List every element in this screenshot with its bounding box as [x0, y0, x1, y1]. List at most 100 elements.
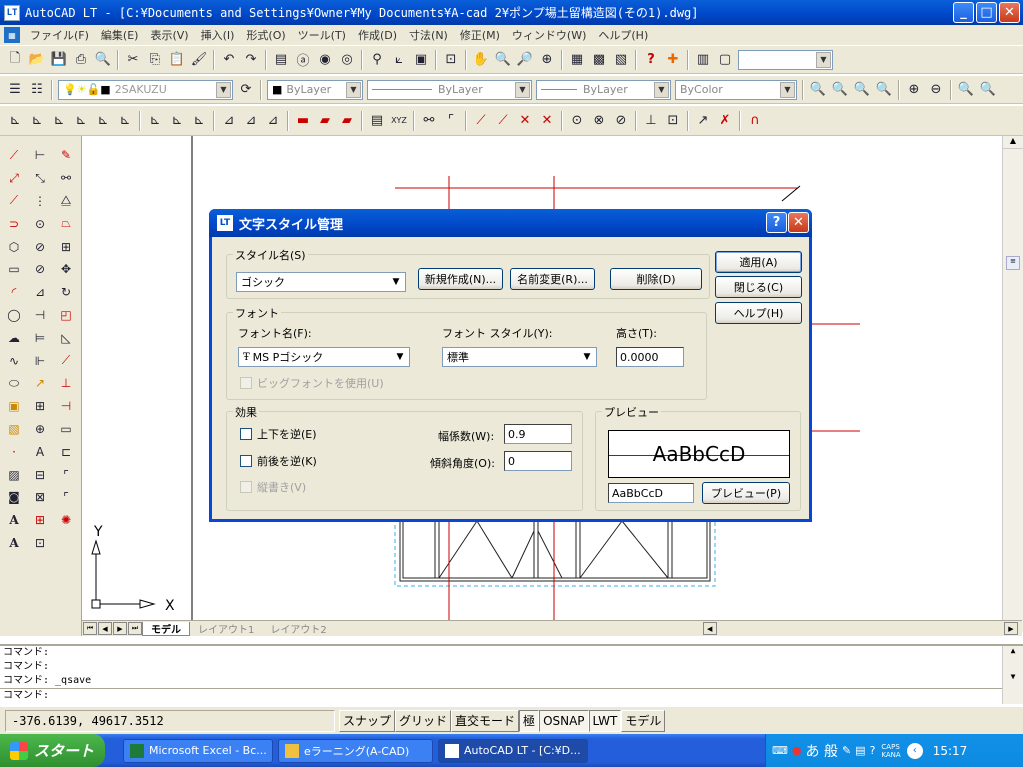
bigfont-checkbox[interactable]: ビッグフォントを使用(U) — [240, 375, 384, 391]
zoom-window-icon[interactable]: 🔎 — [514, 49, 536, 71]
construction-line-icon[interactable]: ⤢ — [3, 167, 25, 190]
dim-quick-side-icon[interactable]: ⊣ — [29, 304, 51, 327]
dim-ordinate-icon[interactable]: ⊾ — [48, 110, 70, 132]
tray-help-icon[interactable]: ? — [870, 744, 876, 757]
hatch-icon[interactable]: ▨ — [3, 463, 25, 486]
cut-icon[interactable]: ✂ — [122, 49, 144, 71]
coordinates-readout[interactable]: -376.6139, 49617.3512 — [5, 709, 335, 732]
osnap-endpoint-icon[interactable]: ⚯ — [418, 110, 440, 132]
maximize-button[interactable]: □ — [976, 2, 997, 23]
lineweight-combo[interactable]: ByLayer ▼ — [536, 79, 671, 100]
model-toggle[interactable]: モデル — [621, 709, 666, 732]
command-scrollbar[interactable]: ▲ ▼ — [1002, 646, 1023, 704]
width-factor-input[interactable]: 0.9 — [504, 424, 572, 444]
ellipse-icon[interactable]: ⬭ — [3, 372, 25, 395]
mtext-icon[interactable]: A — [3, 532, 25, 555]
dim-update-side-icon[interactable]: ⊠ — [29, 486, 51, 509]
preview-button[interactable]: プレビュー(P) — [702, 482, 790, 504]
osnap-extension-icon[interactable]: ✕ — [514, 110, 536, 132]
scroll-up-icon[interactable]: ▲ — [1003, 136, 1023, 149]
dictionary-icon[interactable]: ▤ — [855, 744, 865, 757]
arc-tool-icon[interactable]: ⊃ — [3, 212, 25, 235]
osnap-insert-icon[interactable]: ⊡ — [662, 110, 684, 132]
join-icon[interactable]: ⊏ — [55, 440, 77, 463]
menu-tools[interactable]: ツール(T) — [292, 27, 352, 43]
layer-combo[interactable]: 💡 ☀ 🔓 ■ 2SAKUZU ▼ — [58, 79, 233, 100]
redo-icon[interactable]: ↷ — [240, 49, 262, 71]
menu-dimension[interactable]: 寸法(N) — [403, 27, 454, 43]
dim-override-icon[interactable]: ▰ — [336, 110, 358, 132]
tab-next-icon[interactable]: ▶ — [113, 622, 127, 635]
hscroll-left-icon[interactable]: ◀ — [702, 622, 717, 635]
properties-icon[interactable]: ▦ — [566, 49, 588, 71]
osnap-settings-icon[interactable]: ∩ — [744, 110, 766, 132]
tab-layout2[interactable]: レイアウト2 — [262, 622, 334, 636]
dim-baseline-icon[interactable]: ⊾ — [144, 110, 166, 132]
make-current-layer-icon[interactable]: ⟳ — [235, 79, 257, 101]
ime-icon[interactable]: ● — [792, 744, 802, 757]
hyperlink-icon[interactable]: ◎ — [336, 49, 358, 71]
new-style-button[interactable]: 新規作成(N)... — [418, 268, 503, 290]
hscroll-right-icon[interactable]: ▶ — [1004, 622, 1018, 635]
pan-icon[interactable]: ✋ — [470, 49, 492, 71]
minimize-button[interactable]: _ — [953, 2, 974, 23]
ucs-icon[interactable]: ⟀ — [388, 49, 410, 71]
dim-aligned-icon[interactable]: ⊾ — [26, 110, 48, 132]
zoom-window-tool-icon[interactable]: 🔍 — [807, 79, 829, 101]
dim-edit-side-icon[interactable]: A — [29, 440, 51, 463]
oblique-angle-input[interactable]: 0 — [504, 451, 572, 471]
dim-linear-side-icon[interactable]: ⊢ — [29, 144, 51, 167]
osnap-cross-icon[interactable]: ✕ — [536, 110, 558, 132]
text-edit-icon[interactable]: ▤ — [366, 110, 388, 132]
dim-radius-side-icon[interactable]: ⊙ — [29, 212, 51, 235]
linetype-combo[interactable]: ByLayer ▼ — [367, 79, 532, 100]
menu-edit[interactable]: 編集(E) — [95, 27, 145, 43]
revcloud-icon[interactable]: ☁ — [3, 326, 25, 349]
scale-icon[interactable]: ◰ — [55, 304, 77, 327]
dim-override-side-icon[interactable]: ⊡ — [29, 532, 51, 555]
paste-icon[interactable]: 📋 — [166, 49, 188, 71]
spline-icon[interactable]: ∿ — [3, 349, 25, 372]
tab-prev-icon[interactable]: ◀ — [98, 622, 112, 635]
zoom-out-icon[interactable]: ⊖ — [925, 79, 947, 101]
plugin-icon[interactable]: ✚ — [662, 49, 684, 71]
tray-expand-icon[interactable]: ‹ — [906, 742, 923, 759]
line-icon[interactable]: ⟋ — [3, 144, 25, 167]
extend-icon[interactable]: ⊣ — [55, 395, 77, 418]
zoom-in-icon[interactable]: ⊕ — [903, 79, 925, 101]
undo-icon[interactable]: ↶ — [218, 49, 240, 71]
close-dialog-button[interactable]: 閉じる(C) — [715, 276, 802, 298]
cmd-scroll-up-icon[interactable]: ▲ — [1003, 646, 1023, 660]
offset-icon[interactable]: ⏢ — [55, 212, 77, 235]
trim-icon[interactable]: ⊥ — [55, 372, 77, 395]
move-icon[interactable]: ✥ — [55, 258, 77, 281]
xyz-icon[interactable]: XYZ — [388, 110, 410, 132]
dialog-close-icon[interactable]: ✕ — [788, 212, 809, 233]
copy-object-icon[interactable]: ⚯ — [55, 167, 77, 190]
help-icon[interactable]: ? — [640, 49, 662, 71]
menu-modify[interactable]: 修正(M) — [454, 27, 506, 43]
style-name-select[interactable]: ゴシック ▼ — [236, 272, 406, 292]
osnap-perpendicular-icon[interactable]: ⊥ — [640, 110, 662, 132]
tool-palette-icon[interactable]: ▧ — [610, 49, 632, 71]
dim-leader-icon[interactable]: ⊾ — [188, 110, 210, 132]
command-input[interactable]: コマンド: — [0, 688, 1023, 702]
insert-block-icon[interactable]: ▣ — [3, 395, 25, 418]
delete-style-button[interactable]: 削除(D) — [610, 268, 702, 290]
copy-icon[interactable]: ⎘ — [144, 49, 166, 71]
dim-style-side-icon[interactable]: ⊞ — [29, 509, 51, 532]
dim-ordinate-side-icon[interactable]: ⋮ — [29, 190, 51, 213]
zoom-all-icon[interactable]: 🔍 — [955, 79, 977, 101]
save-icon[interactable]: 💾 — [48, 49, 70, 71]
dim-continue-icon[interactable]: ⊾ — [166, 110, 188, 132]
zoom-dynamic-icon[interactable]: 🔍 — [829, 79, 851, 101]
scroll-thumb[interactable]: ≡ — [1006, 256, 1020, 270]
web-icon[interactable]: ⓐ — [292, 49, 314, 71]
globe-icon[interactable]: ◉ — [314, 49, 336, 71]
osnap-quadrant-icon[interactable]: ⊗ — [588, 110, 610, 132]
layer-manager-icon[interactable]: ☰ — [4, 79, 26, 101]
tab-first-icon[interactable]: ⏮ — [83, 622, 97, 635]
backwards-checkbox[interactable]: 前後を逆(K) — [240, 453, 317, 469]
cmd-scroll-down-icon[interactable]: ▼ — [1003, 672, 1023, 686]
dim-text-side-icon[interactable]: ⊟ — [29, 463, 51, 486]
